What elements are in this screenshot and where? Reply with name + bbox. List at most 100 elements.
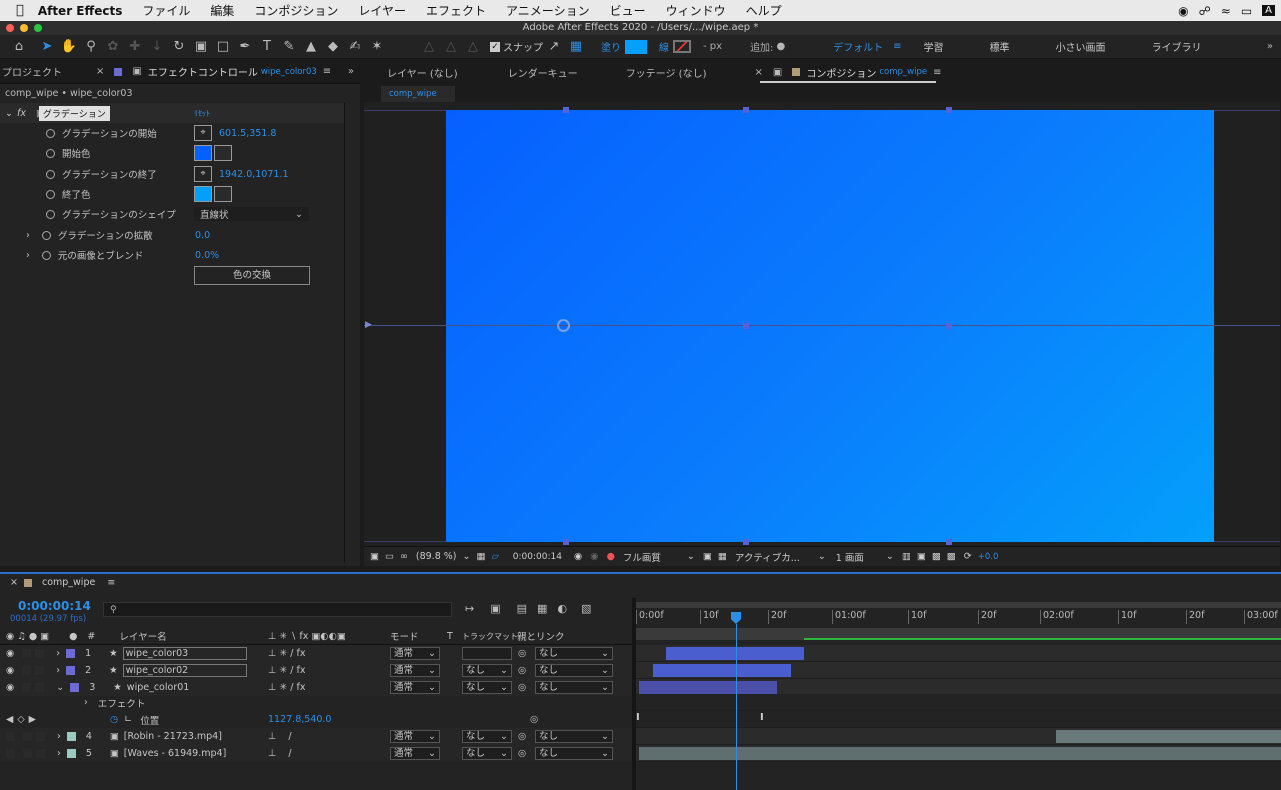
fx-icon[interactable]: fx [17, 108, 26, 119]
solo-box[interactable] [36, 732, 45, 741]
menu-window[interactable]: ウィンドウ [666, 2, 726, 19]
channel-icon[interactable]: ● [607, 551, 615, 562]
track-matte-select[interactable]: なし ⌄ [462, 664, 512, 677]
layer-duration-bar[interactable] [666, 647, 804, 660]
parent-select[interactable]: なし ⌄ [535, 664, 613, 677]
wifi-icon[interactable]: ≈ [1221, 4, 1231, 18]
flowchart-icon[interactable]: ▩ [947, 551, 956, 562]
expand-icon[interactable]: › [56, 648, 60, 659]
visibility-eye-icon[interactable]: ◉ [6, 682, 14, 693]
rectangle-tool-icon[interactable]: □ [212, 39, 234, 54]
mode-select[interactable]: 通常 ⌄ [390, 647, 440, 660]
stopwatch-icon[interactable] [41, 250, 51, 260]
workspace-menu-icon[interactable]: ≡ [893, 41, 901, 52]
snap-checkbox[interactable]: ✓ [490, 41, 500, 52]
start-point-value[interactable]: 601.5,351.8 [219, 128, 276, 139]
audio-box[interactable] [23, 749, 32, 758]
track-row[interactable] [636, 694, 1281, 711]
visibility-eye-icon[interactable]: ◉ [6, 648, 14, 659]
solo-box[interactable] [35, 649, 45, 658]
selection-tool-icon[interactable]: ➤ [36, 39, 58, 54]
crosshair-icon[interactable]: ⌖ [194, 166, 212, 182]
chevron-down-icon[interactable]: ⌄ [463, 551, 471, 562]
monitor-icon[interactable]: ▭ [385, 551, 394, 562]
menu-animation[interactable]: アニメーション [506, 2, 590, 19]
tab-project[interactable]: プロジェクト [2, 64, 62, 79]
lock-icon[interactable]: ▣ [132, 66, 141, 77]
tab-layer[interactable]: レイヤー (なし) [387, 65, 458, 80]
transform-handle[interactable] [743, 323, 749, 329]
region-of-interest-icon[interactable]: ▣ [703, 551, 712, 562]
timeline-timecode[interactable]: 0:00:00:14 [18, 599, 91, 613]
layer-name[interactable]: wipe_color02 [122, 664, 247, 677]
draft-3d-icon[interactable]: ▣ [490, 602, 500, 615]
reset-link[interactable]: ﾘｾｯﾄ [194, 108, 210, 119]
snap-option-icon[interactable]: ↗ [543, 39, 565, 54]
layer-name[interactable]: wipe_color01 [127, 682, 190, 693]
next-keyframe-icon[interactable]: ▶ [29, 714, 36, 725]
close-tab-icon[interactable]: × [754, 67, 762, 78]
audio-box[interactable] [22, 666, 32, 675]
zoom-window-button[interactable] [34, 24, 42, 32]
visibility-eye-icon[interactable]: ◉ [6, 665, 14, 676]
align-icon[interactable]: △ [418, 39, 440, 54]
layer-row[interactable]: › 5 ▣ [Waves - 61949.mp4] ⊥ / 通常 ⌄ なし ⌄ ◎ なし ⌄ [0, 745, 632, 762]
stroke-swatch[interactable] [673, 40, 691, 53]
parent-pickwhip-icon[interactable]: ◎ [518, 665, 526, 676]
effects-group-row[interactable]: › エフェクト [0, 694, 632, 711]
panel-menu-icon[interactable]: ≡ [107, 577, 115, 588]
always-preview-icon[interactable]: ▣ [370, 551, 379, 562]
graph-editor-icon[interactable]: ▧ [581, 602, 591, 615]
parent-pickwhip-icon[interactable]: ◎ [518, 748, 526, 759]
layer-label-color[interactable] [66, 666, 76, 675]
layer-duration-bar[interactable] [639, 681, 777, 694]
ramp-shape-select[interactable]: 直線状 ⌄ [194, 207, 309, 221]
crosshair-icon[interactable]: ⌖ [194, 125, 212, 141]
track-row[interactable] [636, 728, 1281, 745]
transparency-grid-icon[interactable]: ▦ [718, 551, 727, 562]
mode-select[interactable]: 通常 ⌄ [390, 681, 440, 694]
blend-value[interactable]: 0.0% [195, 250, 219, 261]
more-panels-icon[interactable]: » [348, 66, 354, 77]
fill-swatch[interactable] [625, 39, 647, 54]
frame-blending-icon[interactable]: ▦ [537, 602, 547, 615]
expand-icon[interactable]: ⌄ [5, 108, 13, 119]
menu-file[interactable]: ファイル [142, 2, 190, 19]
show-snapshot-icon[interactable]: ◉ [590, 551, 598, 562]
layer-label-color[interactable] [66, 749, 76, 758]
end-color-swatch[interactable] [194, 186, 212, 202]
mode-select[interactable]: 通常 ⌄ [390, 730, 440, 743]
camera-select[interactable]: アクティブカ... [735, 550, 800, 564]
puppet-tool-icon[interactable]: ✶ [366, 39, 388, 54]
orbit-tool-icon[interactable]: ✿ [102, 39, 124, 54]
stopwatch-icon[interactable]: ◷ [110, 714, 118, 725]
track-matte-select[interactable] [462, 647, 512, 660]
eyedropper-icon[interactable] [214, 145, 232, 161]
lock-icon[interactable]: ▣ [773, 67, 782, 78]
timeline-tab[interactable]: × comp_wipe ≡ [10, 577, 115, 588]
track-row[interactable] [636, 645, 1281, 662]
hand-tool-icon[interactable]: ✋ [58, 39, 80, 54]
graph-icon[interactable]: ∟ [124, 714, 132, 725]
workspace-libraries[interactable]: ライブラリ [1152, 39, 1202, 54]
audio-box[interactable] [23, 732, 32, 741]
minimize-window-button[interactable] [20, 24, 28, 32]
eyedropper-icon[interactable] [214, 186, 232, 202]
pan-tool-icon[interactable]: ✚ [124, 39, 146, 54]
keyframe-icon[interactable]: I [636, 712, 640, 723]
composition-viewer[interactable]: ▶ [364, 102, 1280, 546]
track-row[interactable] [636, 662, 1281, 679]
roto-brush-tool-icon[interactable]: ✍ [344, 39, 366, 54]
mask-visibility-icon[interactable]: ▱ [491, 551, 498, 562]
transform-handle[interactable] [563, 107, 569, 113]
panel-menu-icon[interactable]: ≡ [933, 67, 941, 78]
solo-box[interactable] [35, 683, 45, 692]
keyframe-icon[interactable]: I [760, 712, 764, 723]
track-row[interactable]: II [636, 711, 1281, 728]
close-tab-icon[interactable]: × [96, 66, 104, 77]
transform-handle[interactable] [743, 539, 749, 545]
comp-subtab[interactable]: comp_wipe [381, 86, 455, 102]
workspace-learn[interactable]: 学習 [924, 39, 944, 54]
swap-colors-button[interactable]: 色の交換 [194, 266, 310, 285]
parent-select[interactable]: なし ⌄ [535, 747, 613, 760]
